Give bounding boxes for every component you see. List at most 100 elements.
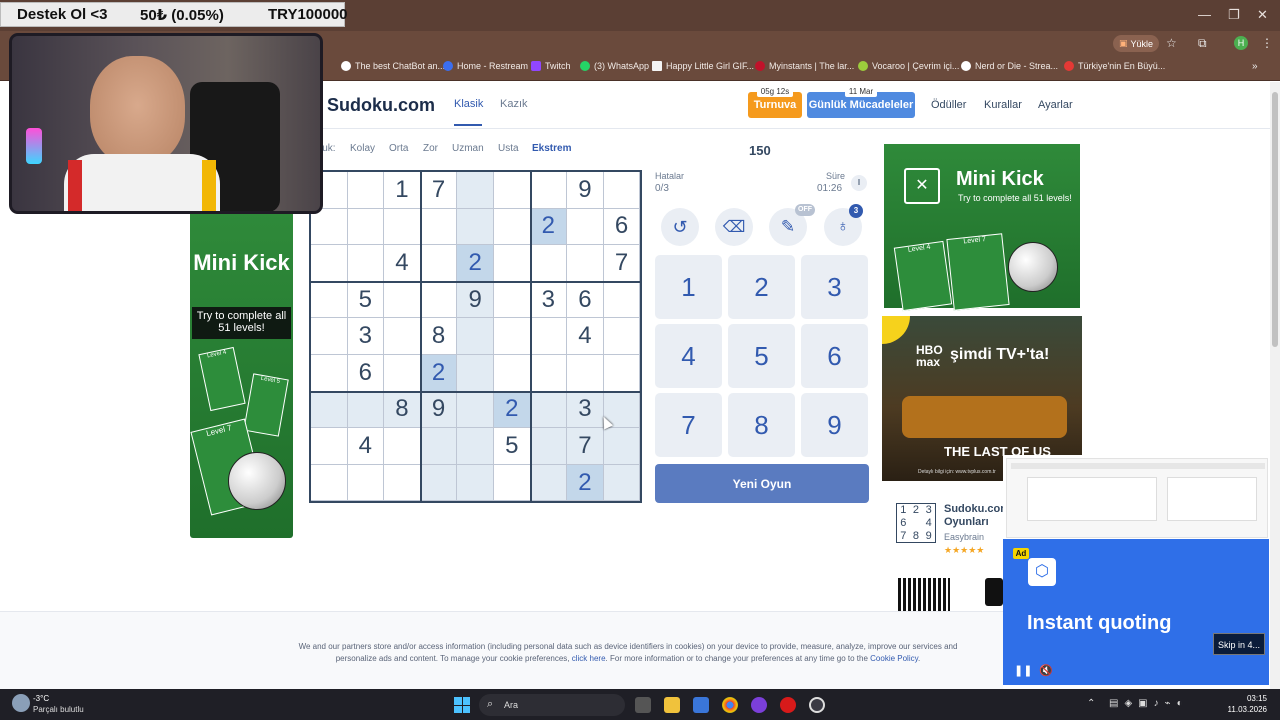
sudoku-cell[interactable] <box>567 355 604 392</box>
menu-dots-icon[interactable]: ⋮ <box>1261 36 1273 50</box>
sudoku-cell[interactable]: 2 <box>530 208 568 246</box>
taskbar-search[interactable] <box>479 694 625 716</box>
sudoku-cell[interactable] <box>347 172 385 209</box>
sudoku-cell[interactable] <box>530 245 568 282</box>
sudoku-cell[interactable]: 3 <box>530 281 568 319</box>
sudoku-cell[interactable]: 2 <box>494 391 531 429</box>
sudoku-cell[interactable] <box>420 208 458 246</box>
sudoku-cell[interactable] <box>311 245 348 282</box>
page-scrollbar[interactable] <box>1270 82 1280 689</box>
tab-klasik[interactable]: Klasik <box>454 98 483 110</box>
cookie-preferences-link[interactable]: click here <box>572 654 606 663</box>
bookmark-item[interactable]: The best ChatBot an... <box>341 61 445 71</box>
sudoku-cell[interactable] <box>420 281 458 319</box>
sudoku-cell[interactable] <box>530 172 568 209</box>
bookmark-star-icon[interactable]: ☆ <box>1166 36 1177 50</box>
obs-icon[interactable] <box>809 697 825 713</box>
sudoku-cell[interactable] <box>530 318 568 355</box>
difficulty-expert[interactable]: Uzman <box>452 143 484 154</box>
sudoku-cell[interactable] <box>420 428 458 465</box>
sudoku-cell[interactable] <box>530 464 568 502</box>
sudoku-cell[interactable]: 7 <box>567 428 604 465</box>
sudoku-cell[interactable] <box>457 355 494 392</box>
sudoku-cell[interactable] <box>457 172 494 209</box>
bookmark-item[interactable]: Türkiye'nin En Büyü... <box>1064 61 1165 71</box>
number-button-4[interactable]: 4 <box>655 324 722 388</box>
sudoku-cell[interactable] <box>603 464 641 502</box>
sudoku-cell[interactable] <box>311 464 348 502</box>
start-button[interactable] <box>454 697 470 713</box>
number-button-9[interactable]: 9 <box>801 393 868 457</box>
sudoku-cell[interactable] <box>311 281 348 319</box>
sudoku-cell[interactable]: 8 <box>420 318 458 355</box>
sudoku-cell[interactable] <box>457 428 494 465</box>
file-explorer-icon[interactable] <box>664 697 680 713</box>
number-button-2[interactable]: 2 <box>728 255 795 319</box>
left-mini-kick-ad[interactable]: Mini Kick Try to complete all 51 levels!… <box>190 210 293 538</box>
bookmark-item[interactable]: Myinstants | The lar... <box>755 61 854 71</box>
tab-kazik[interactable]: Kazık <box>500 98 528 110</box>
store-badge-icon[interactable] <box>985 578 1003 606</box>
sudoku-cell[interactable]: 9 <box>420 391 458 429</box>
sudoku-cell[interactable] <box>494 208 531 246</box>
sudoku-cell[interactable] <box>420 245 458 282</box>
sudoku-cell[interactable]: 7 <box>603 245 641 282</box>
sudoku-cell[interactable] <box>494 318 531 355</box>
sudoku-cell[interactable] <box>311 355 348 392</box>
difficulty-master[interactable]: Usta <box>498 143 519 154</box>
nav-awards[interactable]: Ödüller <box>931 99 966 111</box>
bookmark-item[interactable]: Twitch <box>531 61 571 71</box>
new-game-button[interactable]: Yeni Oyun <box>655 464 869 503</box>
sudoku-cell[interactable] <box>530 428 568 465</box>
sudoku-cell[interactable]: 5 <box>347 281 385 319</box>
sudoku-cell[interactable] <box>530 355 568 392</box>
sudoku-cell[interactable] <box>494 281 531 319</box>
opera-icon[interactable] <box>780 697 796 713</box>
profile-avatar[interactable]: H <box>1234 36 1248 50</box>
bookmarks-overflow-icon[interactable]: » <box>1252 61 1258 72</box>
store-icon[interactable] <box>693 697 709 713</box>
pause-icon[interactable]: ❚❚ <box>1014 664 1032 677</box>
sudoku-cell[interactable]: 6 <box>603 208 641 246</box>
sudoku-cell[interactable]: 5 <box>494 428 531 465</box>
sudoku-cell[interactable]: 1 <box>384 172 421 209</box>
difficulty-hard[interactable]: Zor <box>423 143 438 154</box>
sudoku-cell[interactable]: 9 <box>457 281 494 319</box>
sudoku-cell[interactable] <box>603 281 641 319</box>
app-icon[interactable] <box>751 697 767 713</box>
sudoku-cell[interactable]: 8 <box>384 391 421 429</box>
sudoku-cell[interactable] <box>603 355 641 392</box>
sudoku-cell[interactable]: 3 <box>567 391 604 429</box>
sudoku-cell[interactable] <box>384 464 421 502</box>
nav-rules[interactable]: Kurallar <box>984 99 1022 111</box>
sudoku-cell[interactable] <box>603 428 641 465</box>
sudoku-cell[interactable] <box>347 391 385 429</box>
sudoku-cell[interactable] <box>567 245 604 282</box>
cookie-policy-link[interactable]: Cookie Policy <box>870 654 918 663</box>
sudoku-cell[interactable] <box>494 464 531 502</box>
minimize-icon[interactable]: — <box>1198 7 1211 22</box>
mute-icon[interactable]: 🔇 <box>1039 664 1053 677</box>
sudoku-cell[interactable] <box>311 391 348 429</box>
sudoku-cell[interactable] <box>530 391 568 429</box>
upload-button[interactable]: ▣ Yükle <box>1113 35 1160 52</box>
sudoku-cell[interactable] <box>457 208 494 246</box>
sudoku-cell[interactable] <box>384 318 421 355</box>
sudoku-cell[interactable] <box>384 281 421 319</box>
sudoku-cell[interactable] <box>420 464 458 502</box>
sudoku-cell[interactable] <box>494 355 531 392</box>
sudoku-cell[interactable] <box>603 172 641 209</box>
sudoku-cell[interactable]: 4 <box>384 245 421 282</box>
nav-settings[interactable]: Ayarlar <box>1038 99 1073 111</box>
sudoku-cell[interactable] <box>457 318 494 355</box>
tray-overflow-icon[interactable]: ⌃ <box>1087 698 1095 709</box>
skip-ad-button[interactable]: Skip in 4... <box>1213 633 1265 655</box>
sudoku-cell[interactable] <box>311 428 348 465</box>
difficulty-extreme[interactable]: Ekstrem <box>532 143 571 154</box>
weather-icon[interactable] <box>12 694 30 712</box>
sudoku-cell[interactable]: 4 <box>567 318 604 355</box>
sudoku-cell[interactable]: 9 <box>567 172 604 209</box>
number-button-7[interactable]: 7 <box>655 393 722 457</box>
sudoku-cell[interactable] <box>603 318 641 355</box>
sudoku-cell[interactable]: 7 <box>420 172 458 209</box>
